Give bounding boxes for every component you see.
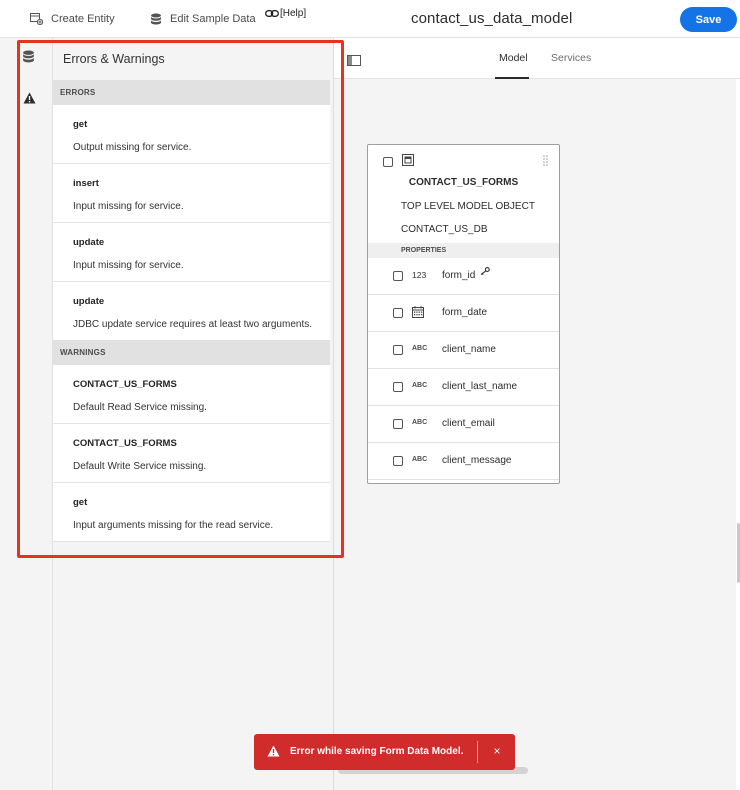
property-checkbox[interactable] bbox=[393, 456, 403, 466]
property-type: ABC bbox=[412, 382, 428, 389]
property-row[interactable]: ABC client_message bbox=[368, 443, 559, 480]
model-canvas: Model Services CONTACT_US_FORMS TOP LEVE… bbox=[334, 38, 740, 790]
error-title: update bbox=[73, 296, 105, 307]
warning-title: CONTACT_US_FORMS bbox=[73, 379, 177, 390]
help-label: [Help] bbox=[280, 8, 307, 19]
close-icon[interactable]: × bbox=[490, 743, 504, 759]
errors-section-header: ERRORS bbox=[53, 80, 330, 105]
panel-toggle-icon bbox=[347, 55, 361, 66]
tab-services[interactable]: Services bbox=[551, 52, 591, 64]
entity-icon bbox=[402, 154, 414, 166]
property-row[interactable]: 123 form_id bbox=[368, 258, 559, 295]
entity-level: TOP LEVEL MODEL OBJECT bbox=[401, 201, 535, 212]
property-checkbox[interactable] bbox=[393, 419, 403, 429]
error-text: JDBC update service requires at least tw… bbox=[73, 319, 312, 330]
error-title: update bbox=[73, 237, 105, 248]
property-checkbox[interactable] bbox=[393, 382, 403, 392]
data-sources-tab[interactable] bbox=[22, 50, 35, 69]
property-name: form_date bbox=[442, 307, 488, 318]
warning-text: Default Read Service missing. bbox=[73, 402, 207, 413]
property-checkbox[interactable] bbox=[393, 345, 403, 355]
error-item[interactable]: get Output missing for service. bbox=[53, 105, 330, 164]
property-row[interactable]: ABC client_last_name bbox=[368, 369, 559, 406]
entity-datasource: CONTACT_US_DB bbox=[401, 224, 488, 235]
property-row[interactable]: ABC client_name bbox=[368, 332, 559, 369]
error-text: Input missing for service. bbox=[73, 260, 184, 271]
tab-model[interactable]: Model bbox=[499, 52, 528, 64]
vertical-scrollbar[interactable] bbox=[736, 79, 740, 790]
panel-toggle-button[interactable] bbox=[347, 53, 361, 71]
key-icon bbox=[480, 267, 490, 275]
warning-title: CONTACT_US_FORMS bbox=[73, 438, 177, 449]
property-type: ABC bbox=[412, 456, 428, 463]
warning-title: get bbox=[73, 497, 88, 508]
property-checkbox[interactable] bbox=[393, 308, 403, 318]
error-item[interactable]: update JDBC update service requires at l… bbox=[53, 282, 330, 341]
warning-text: Input arguments missing for the read ser… bbox=[73, 520, 274, 531]
property-name: client_name bbox=[442, 344, 496, 355]
property-name: client_email bbox=[442, 418, 495, 429]
property-type: ABC bbox=[412, 419, 428, 426]
grip-icon[interactable] bbox=[543, 155, 548, 166]
error-title: get bbox=[73, 119, 88, 130]
create-entity-button[interactable]: Create Entity bbox=[30, 0, 115, 38]
tab-model-underline bbox=[495, 77, 529, 79]
database-icon bbox=[151, 13, 161, 24]
error-toast: Error while saving Form Data Model. × bbox=[254, 734, 515, 770]
canvas-header: Model Services bbox=[334, 38, 740, 79]
property-checkbox[interactable] bbox=[393, 271, 403, 281]
left-rail bbox=[0, 38, 53, 790]
entity-card[interactable]: CONTACT_US_FORMS TOP LEVEL MODEL OBJECT … bbox=[367, 144, 560, 484]
warning-item[interactable]: get Input arguments missing for the read… bbox=[53, 483, 330, 542]
warning-text: Default Write Service missing. bbox=[73, 461, 207, 472]
property-row[interactable]: form_date bbox=[368, 295, 559, 332]
warning-item[interactable]: CONTACT_US_FORMS Default Write Service m… bbox=[53, 424, 330, 483]
link-icon bbox=[265, 10, 279, 17]
create-entity-label: Create Entity bbox=[51, 13, 115, 25]
entity-checkbox[interactable] bbox=[383, 157, 393, 167]
error-text: Output missing for service. bbox=[73, 142, 192, 153]
database-icon bbox=[23, 50, 34, 63]
panel-title: Errors & Warnings bbox=[63, 52, 165, 66]
property-name: client_last_name bbox=[442, 381, 518, 392]
property-name: form_id bbox=[442, 270, 476, 281]
help-link[interactable]: [Help] bbox=[265, 8, 306, 19]
edit-sample-data-button[interactable]: Edit Sample Data bbox=[150, 0, 256, 38]
property-row[interactable]: ABC client_email bbox=[368, 406, 559, 443]
warning-item[interactable]: CONTACT_US_FORMS Default Read Service mi… bbox=[53, 365, 330, 424]
toast-divider bbox=[477, 741, 478, 763]
toolbar: Create Entity Edit Sample Data [Help] co… bbox=[0, 0, 740, 38]
calendar-icon bbox=[412, 306, 424, 318]
edit-sample-data-label: Edit Sample Data bbox=[170, 13, 256, 25]
entity-name: CONTACT_US_FORMS bbox=[408, 177, 519, 188]
error-text: Input missing for service. bbox=[73, 201, 184, 212]
create-entity-icon bbox=[30, 13, 43, 25]
warning-icon bbox=[267, 745, 280, 757]
property-name: client_message bbox=[442, 455, 512, 466]
warnings-section-header: WARNINGS bbox=[53, 340, 330, 365]
page-title: contact_us_data_model bbox=[411, 10, 573, 27]
errors-warnings-panel: Errors & Warnings ERRORS get Output miss… bbox=[53, 38, 334, 790]
error-item[interactable]: insert Input missing for service. bbox=[53, 164, 330, 223]
properties-header: PROPERTIES bbox=[368, 243, 559, 258]
toast-message: Error while saving Form Data Model. bbox=[290, 746, 464, 757]
error-item[interactable]: update Input missing for service. bbox=[53, 223, 330, 282]
errors-warnings-tab[interactable] bbox=[23, 91, 36, 109]
property-type: 123 bbox=[412, 270, 427, 280]
warning-icon bbox=[23, 92, 36, 104]
error-title: insert bbox=[73, 178, 99, 189]
property-type: ABC bbox=[412, 345, 428, 352]
save-button[interactable]: Save bbox=[680, 7, 737, 32]
